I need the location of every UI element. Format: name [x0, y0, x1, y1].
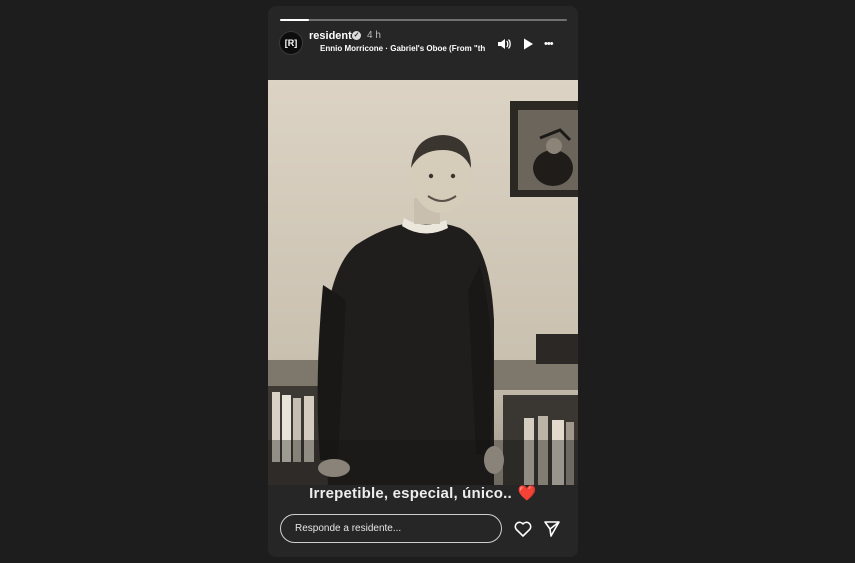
- caption-heart-emoji: ❤️: [517, 485, 537, 502]
- music-attribution[interactable]: Ennio Morricone · Gabriel's Oboe (From "…: [320, 44, 488, 53]
- photo-illustration: [268, 80, 578, 485]
- heart-outline-icon[interactable]: [513, 519, 533, 539]
- story-timestamp: 4 h: [367, 30, 381, 41]
- story-viewer: [R] residente ✓ 4 h Ennio Morricone · Ga…: [268, 6, 578, 557]
- username[interactable]: residente: [309, 30, 358, 42]
- story-header: [R] residente ✓ 4 h Ennio Morricone · Ga…: [268, 26, 578, 66]
- story-caption: Irrepetible, especial, único.. ❤️: [268, 484, 578, 502]
- send-icon[interactable]: [542, 519, 562, 539]
- story-progress-bar: [280, 19, 567, 21]
- verified-badge-icon: ✓: [352, 31, 361, 40]
- play-icon[interactable]: [520, 36, 536, 52]
- story-photo: [268, 80, 578, 485]
- reply-input[interactable]: [280, 514, 502, 543]
- volume-icon[interactable]: [496, 36, 512, 52]
- avatar[interactable]: [R]: [279, 31, 303, 55]
- music-track: Gabriel's Oboe (From "th: [390, 44, 486, 53]
- more-options-icon[interactable]: •••: [544, 36, 562, 52]
- music-artist: Ennio Morricone: [320, 44, 384, 53]
- caption-text: Irrepetible, especial, único..: [309, 485, 512, 502]
- story-progress-fill: [280, 19, 309, 21]
